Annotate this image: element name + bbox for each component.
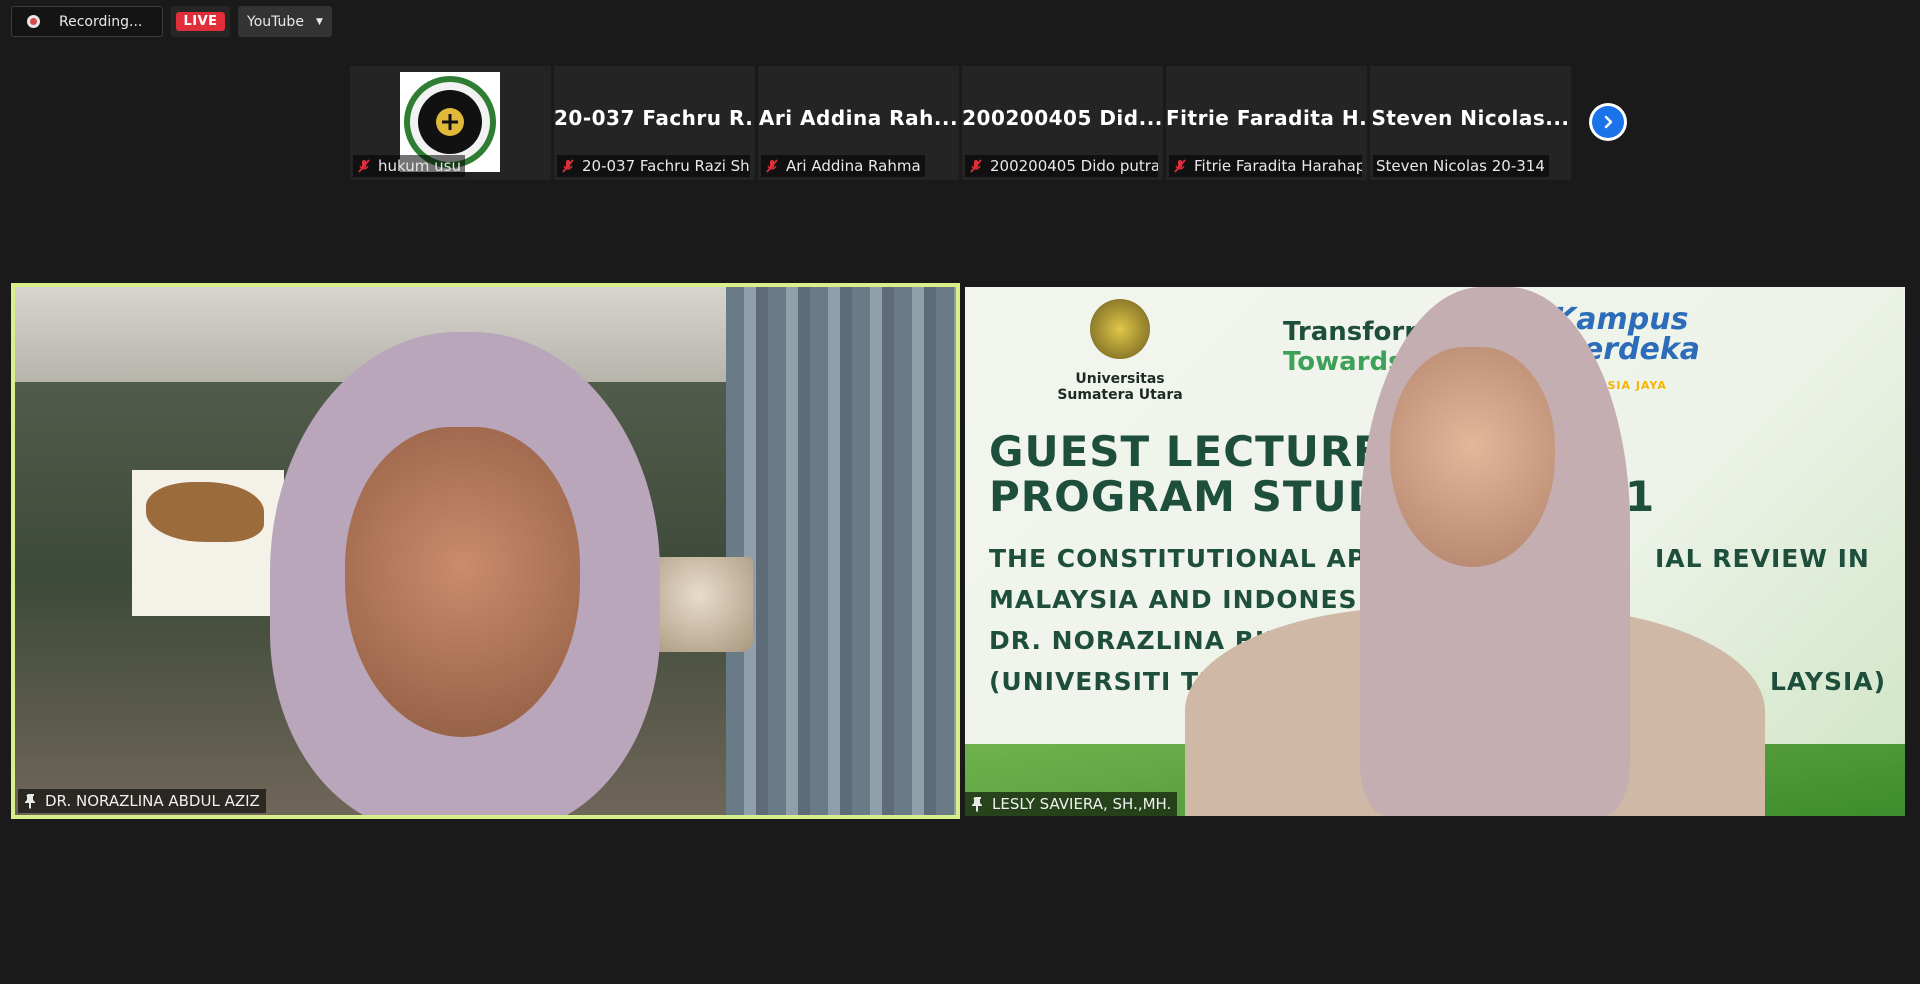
pin-icon [25, 794, 35, 809]
participant-title: Steven Nicolas... [1371, 106, 1570, 130]
participant-name: 20-037 Fachru Razi Sh... [582, 157, 750, 175]
slide-line: MALAYSIA AND INDONES [989, 585, 1358, 614]
live-badge[interactable]: LIVE [171, 6, 230, 37]
participant-title: Fitrie Faradita H... [1166, 106, 1367, 130]
record-icon [27, 15, 40, 28]
participant-tile[interactable]: hukum usu [350, 66, 551, 180]
video-feed: Universitas Sumatera Utara Transforn Towar… [965, 287, 1905, 816]
mic-muted-icon [766, 159, 778, 173]
participant-title: 200200405 Did... [962, 106, 1163, 130]
next-page-button[interactable] [1589, 103, 1627, 141]
participant-tile[interactable]: Fitrie Faradita H... Fitrie Faradita Har… [1166, 66, 1367, 180]
slide-line: GUEST LECTURER [989, 427, 1417, 476]
participant-label: hukum usu [353, 155, 465, 177]
speaker-video-right[interactable]: Universitas Sumatera Utara Transforn Towar… [965, 287, 1905, 816]
participant-label: 20-037 Fachru Razi Sh... [557, 155, 750, 177]
participant-tile[interactable]: Steven Nicolas... Steven Nicolas 20-314 [1370, 66, 1571, 180]
participant-name: Steven Nicolas 20-314 [1376, 157, 1545, 175]
chevron-right-icon [1604, 115, 1613, 129]
pin-icon [972, 797, 982, 812]
participant-tile[interactable]: 20-037 Fachru R... 20-037 Fachru Razi Sh… [554, 66, 755, 180]
mic-muted-icon [970, 159, 982, 173]
video-feed [15, 287, 956, 815]
participant-name: Fitrie Faradita Harahap... [1194, 157, 1362, 175]
speaker-video-left[interactable]: DR. NORAZLINA ABDUL AZIZ [11, 283, 960, 819]
mic-muted-icon [562, 159, 574, 173]
participant-title: Ari Addina Rah... [758, 106, 959, 130]
participant-title: 20-037 Fachru R... [554, 106, 755, 130]
participant-strip: hukum usu 20-037 Fachru R... 20-037 Fach… [350, 66, 1571, 180]
speaker-name-tag: LESLY SAVIERA, SH.,MH. [965, 792, 1178, 816]
speaker-name: DR. NORAZLINA ABDUL AZIZ [45, 792, 260, 810]
participant-name: Ari Addina Rahma [786, 157, 921, 175]
participant-tile[interactable]: Ari Addina Rah... Ari Addina Rahma [758, 66, 959, 180]
mic-muted-icon [1174, 159, 1186, 173]
caret-down-icon: ▼ [315, 16, 323, 27]
participant-label: 200200405 Dido putra [965, 155, 1158, 177]
stream-target-dropdown[interactable]: YouTube ▼ [238, 6, 332, 37]
speaker-name-tag: DR. NORAZLINA ABDUL AZIZ [18, 789, 266, 813]
participant-name: 200200405 Dido putra [990, 157, 1158, 175]
participant-name: hukum usu [378, 157, 461, 175]
speaker-name: LESLY SAVIERA, SH.,MH. [992, 795, 1172, 813]
slide-line: LAYSIA) [1770, 667, 1887, 696]
stream-target-label: YouTube [247, 13, 304, 30]
recording-indicator[interactable]: Recording... [11, 6, 163, 37]
participant-tile[interactable]: 200200405 Did... 200200405 Dido putra [962, 66, 1163, 180]
university-logo [1090, 299, 1150, 359]
participant-label: Steven Nicolas 20-314 [1373, 155, 1549, 177]
slide-line: IAL REVIEW IN [1655, 544, 1870, 573]
participant-label: Ari Addina Rahma [761, 155, 925, 177]
university-name: Universitas Sumatera Utara [1057, 371, 1183, 403]
live-label: LIVE [176, 12, 225, 31]
participant-label: Fitrie Faradita Harahap... [1169, 155, 1362, 177]
mic-muted-icon [358, 159, 370, 173]
slide-line: THE CONSTITUTIONAL AP [989, 544, 1367, 573]
recording-label: Recording... [59, 13, 143, 30]
